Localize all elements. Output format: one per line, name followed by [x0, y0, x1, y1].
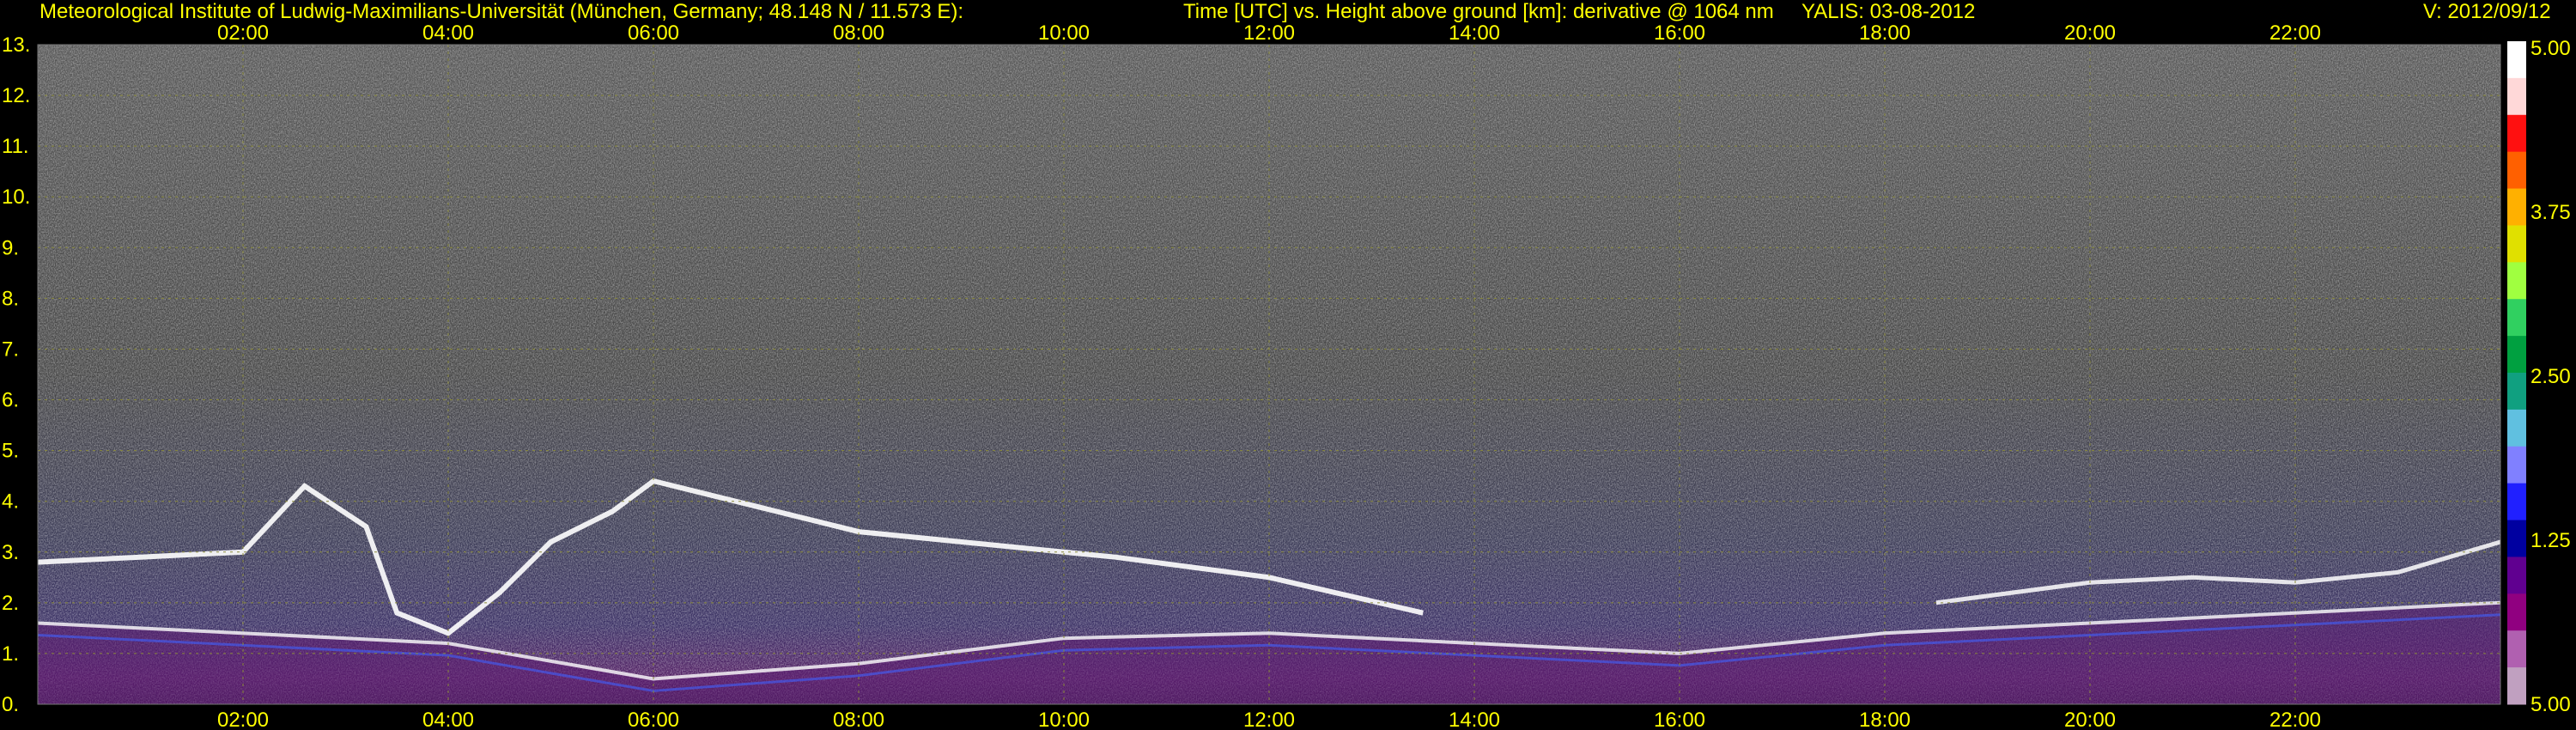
x-tick-label-top: 16:00 — [1654, 21, 1705, 45]
colorbar-segment — [2507, 299, 2526, 337]
x-tick-label-top: 08:00 — [833, 21, 884, 45]
colorbar-segment — [2507, 630, 2526, 668]
y-tick-label: 10. — [2, 186, 30, 209]
x-tick-label-top: 14:00 — [1449, 21, 1500, 45]
x-tick-label-bottom: 20:00 — [2064, 709, 2116, 730]
colorbar-segment — [2507, 151, 2526, 190]
colorbar-segment — [2507, 77, 2526, 116]
lidar-chart: 02:00 02:00 04:00 04:00 06:00 06:00 08:00 08:00… — [2, 21, 2571, 730]
x-tick-label-bottom: 04:00 — [422, 709, 474, 730]
y-tick-label: 12. — [2, 84, 30, 107]
x-tick-label-bottom: 14:00 — [1449, 709, 1500, 730]
x-tick-label-bottom: 16:00 — [1654, 709, 1705, 730]
x-tick-label-bottom: 06:00 — [628, 709, 679, 730]
x-tick-label-bottom: 10:00 — [1038, 709, 1090, 730]
x-tick-label-top: 20:00 — [2064, 21, 2116, 45]
y-tick-label: 5. — [2, 440, 19, 463]
x-tick-label-bottom: 08:00 — [833, 709, 884, 730]
plot-field — [38, 45, 2500, 704]
y-tick-label: 4. — [2, 490, 19, 514]
colorbar-tick-label: 5.00 — [2530, 693, 2571, 716]
colorbar: 5.00 3.75 2.50 1.25 5.00 — [2507, 37, 2571, 716]
colorbar-segment — [2507, 557, 2526, 594]
colorbar-segment — [2507, 409, 2526, 447]
y-tick-label: 8. — [2, 287, 19, 310]
x-tick-label-top: 18:00 — [1859, 21, 1911, 45]
colorbar-segment — [2507, 520, 2526, 557]
y-tick-label: 13. — [2, 33, 30, 57]
colorbar-segment — [2507, 667, 2526, 705]
x-tick-label-bottom: 02:00 — [217, 709, 269, 730]
colorbar-segment — [2507, 336, 2526, 374]
x-tick-label-top: 10:00 — [1038, 21, 1090, 45]
colorbar-segment — [2507, 593, 2526, 631]
x-tick-label-top: 02:00 — [217, 21, 269, 45]
colorbar-tick-label: 1.25 — [2530, 529, 2571, 552]
y-tick-label: 11. — [2, 135, 29, 158]
colorbar-segment — [2507, 114, 2526, 153]
colorbar-segment — [2507, 225, 2526, 263]
y-tick-label: 3. — [2, 541, 19, 564]
colorbar-tick-label: 3.75 — [2530, 201, 2571, 224]
x-tick-label-bottom: 12:00 — [1243, 709, 1295, 730]
colorbar-segment — [2507, 373, 2526, 411]
colorbar-segment — [2507, 188, 2526, 226]
x-tick-label-top: 06:00 — [628, 21, 679, 45]
x-tick-label-top: 22:00 — [2269, 21, 2321, 45]
colorbar-segment — [2507, 262, 2526, 300]
y-tick-label: 2. — [2, 592, 19, 615]
y-tick-label: 7. — [2, 338, 19, 361]
y-tick-label: 9. — [2, 236, 19, 259]
x-tick-label-top: 12:00 — [1243, 21, 1295, 45]
colorbar-segment — [2507, 483, 2526, 521]
y-tick-label: 1. — [2, 642, 19, 666]
x-tick-label-bottom: 22:00 — [2269, 709, 2321, 730]
x-tick-label-top: 04:00 — [422, 21, 474, 45]
x-tick-label-bottom: 18:00 — [1859, 709, 1911, 730]
y-tick-label: 6. — [2, 389, 19, 412]
colorbar-tick-label: 2.50 — [2530, 365, 2571, 388]
y-tick-label: 0. — [2, 693, 19, 716]
colorbar-tick-label: 5.00 — [2530, 37, 2571, 60]
colorbar-segment — [2507, 41, 2526, 79]
colorbar-segment — [2507, 446, 2526, 484]
